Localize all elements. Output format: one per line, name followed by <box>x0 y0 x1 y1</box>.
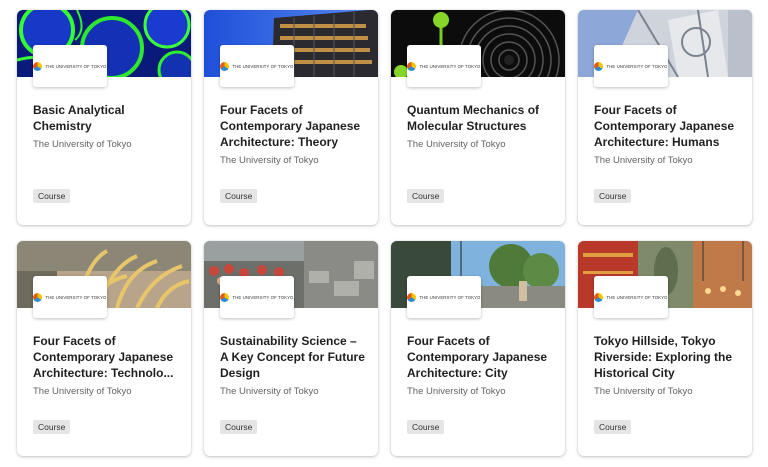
partner-logo: THE UNIVERSITY OF TOKYO <box>594 45 668 87</box>
partner-logo: THE UNIVERSITY OF TOKYO <box>407 276 481 318</box>
course-card[interactable]: THE UNIVERSITY OF TOKYO Four Facets of C… <box>391 241 565 456</box>
course-type-badge: Course <box>33 189 71 203</box>
university-emblem-icon <box>594 292 604 302</box>
university-emblem-icon <box>407 292 417 302</box>
course-title[interactable]: Tokyo Hillside, Tokyo Riverside: Explori… <box>594 333 740 381</box>
partner-logo: THE UNIVERSITY OF TOKYO <box>594 276 668 318</box>
course-card[interactable]: THE UNIVERSITY OF TOKYO Sustainability S… <box>204 241 378 456</box>
course-card[interactable]: THE UNIVERSITY OF TOKYO Basic Analytical… <box>17 10 191 225</box>
course-title[interactable]: Four Facets of Contemporary Japanese Arc… <box>407 333 553 381</box>
course-partner: The University of Tokyo <box>407 386 506 397</box>
course-card[interactable]: THE UNIVERSITY OF TOKYO Four Facets of C… <box>578 10 752 225</box>
university-emblem-icon <box>33 61 43 71</box>
course-type-badge: Course <box>407 189 445 203</box>
course-grid: THE UNIVERSITY OF TOKYO Basic Analytical… <box>0 0 768 467</box>
course-title[interactable]: Four Facets of Contemporary Japanese Arc… <box>594 102 740 150</box>
course-type-badge: Course <box>220 189 258 203</box>
university-emblem-icon <box>220 292 230 302</box>
course-partner: The University of Tokyo <box>33 386 132 397</box>
course-title[interactable]: Sustainability Science – A Key Concept f… <box>220 333 366 381</box>
university-emblem-icon <box>33 292 43 302</box>
course-partner: The University of Tokyo <box>33 139 132 150</box>
university-emblem-icon <box>594 61 604 71</box>
course-title[interactable]: Basic Analytical Chemistry <box>33 102 179 134</box>
course-card[interactable]: THE UNIVERSITY OF TOKYO Four Facets of C… <box>204 10 378 225</box>
course-type-badge: Course <box>407 420 445 434</box>
course-partner: The University of Tokyo <box>594 155 693 166</box>
partner-logo: THE UNIVERSITY OF TOKYO <box>220 276 294 318</box>
course-type-badge: Course <box>594 420 632 434</box>
course-card[interactable]: THE UNIVERSITY OF TOKYO Tokyo Hillside, … <box>578 241 752 456</box>
partner-logo: THE UNIVERSITY OF TOKYO <box>407 45 481 87</box>
course-partner: The University of Tokyo <box>220 386 319 397</box>
course-partner: The University of Tokyo <box>220 155 319 166</box>
course-partner: The University of Tokyo <box>594 386 693 397</box>
course-title[interactable]: Four Facets of Contemporary Japanese Arc… <box>220 102 366 150</box>
partner-logo: THE UNIVERSITY OF TOKYO <box>33 45 107 87</box>
course-type-badge: Course <box>33 420 71 434</box>
university-emblem-icon <box>407 61 417 71</box>
course-partner: The University of Tokyo <box>407 139 506 150</box>
course-title[interactable]: Four Facets of Contemporary Japanese Arc… <box>33 333 179 381</box>
course-title[interactable]: Quantum Mechanics of Molecular Structure… <box>407 102 553 134</box>
university-emblem-icon <box>220 61 230 71</box>
partner-logo: THE UNIVERSITY OF TOKYO <box>220 45 294 87</box>
course-type-badge: Course <box>220 420 258 434</box>
partner-logo: THE UNIVERSITY OF TOKYO <box>33 276 107 318</box>
course-card[interactable]: THE UNIVERSITY OF TOKYO Four Facets of C… <box>17 241 191 456</box>
course-type-badge: Course <box>594 189 632 203</box>
course-card[interactable]: THE UNIVERSITY OF TOKYO Quantum Mechanic… <box>391 10 565 225</box>
